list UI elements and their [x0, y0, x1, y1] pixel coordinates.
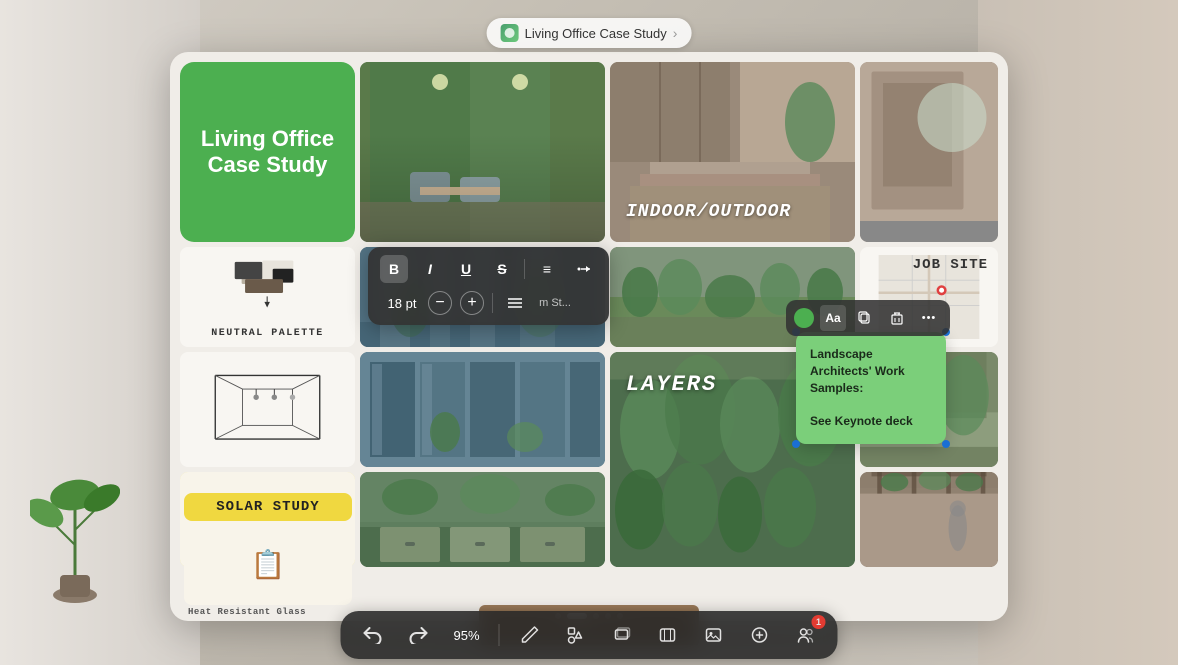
bottom-toolbar[interactable]: 95% [341, 611, 838, 659]
yellow-sticky-icon: 📋 [184, 523, 352, 605]
copy-btn[interactable] [852, 305, 878, 331]
strikethrough-btn[interactable]: S [488, 255, 516, 283]
indoor-outdoor-image: INDOOR/OUTDOOR [610, 62, 855, 242]
outdoor-arch-image [860, 472, 998, 567]
materials-card: NEUTRAL PALETTE [180, 247, 355, 347]
title-card-text: Living Office Case Study [201, 126, 334, 179]
collaborator-badge: 1 [812, 615, 826, 629]
title-card: Living Office Case Study [180, 62, 355, 242]
breadcrumb-chevron: › [673, 25, 678, 41]
media-btn[interactable] [698, 619, 730, 651]
list-btn[interactable] [501, 289, 529, 317]
layers-label: LAYERS [626, 372, 717, 397]
annotation-text: Landscape Architects' Work Samples:See K… [810, 346, 932, 430]
zoom-level: 95% [449, 628, 485, 643]
annotation-card: Landscape Architects' Work Samples:See K… [796, 332, 946, 444]
neutral-palette-label: NEUTRAL PALETTE [211, 328, 324, 339]
lobby-image [360, 352, 605, 467]
toolbar-divider-2 [492, 293, 493, 313]
sketch-card [180, 352, 355, 467]
room-plant [30, 465, 120, 605]
more-btn[interactable] [569, 255, 597, 283]
text-style-btn[interactable]: Aa [820, 305, 846, 331]
annotation-toolbar[interactable]: Aa ••• [786, 300, 950, 336]
breadcrumb-bar[interactable]: Living Office Case Study › [487, 18, 692, 48]
italic-btn[interactable]: I [416, 255, 444, 283]
underline-btn[interactable]: U [452, 255, 480, 283]
green-arch-image [360, 472, 605, 567]
redo-btn[interactable] [403, 619, 435, 651]
layers-btn[interactable] [606, 619, 638, 651]
app-icon [501, 24, 519, 42]
solar-study-text: SOLAR STUDY [216, 499, 319, 515]
corner-handle-bl[interactable] [792, 440, 800, 448]
font-size-display: 18 pt [384, 296, 420, 311]
delete-btn[interactable] [884, 305, 910, 331]
main-board: Living Office Case Study [170, 52, 1008, 621]
job-site-label: JOB SITE [913, 257, 988, 273]
shapes-btn[interactable] [560, 619, 592, 651]
sticky-note-icon: 📋 [251, 548, 286, 581]
text-format-toolbar[interactable]: B I U S ≡ 18 pt − + [368, 247, 609, 325]
corner-handle-br[interactable] [942, 440, 950, 448]
pencil-btn[interactable] [514, 619, 546, 651]
toolbar-sep-1 [499, 624, 500, 646]
toolbar-divider-1 [524, 259, 525, 279]
interior-image [360, 62, 605, 242]
circle-btn[interactable] [744, 619, 776, 651]
collaborators-btn[interactable]: 1 [790, 619, 822, 651]
undo-btn[interactable] [357, 619, 389, 651]
more-options-btn[interactable]: ••• [916, 305, 942, 331]
heat-resistant-label: Heat Resistant Glass [184, 607, 352, 617]
right-wall [978, 0, 1178, 665]
solar-study-overlay: SOLAR STUDY [184, 493, 352, 521]
color-dot-green[interactable] [794, 308, 814, 328]
preview-label: m St... [537, 297, 573, 309]
size-increase-btn[interactable]: + [460, 291, 484, 315]
frame-btn[interactable] [652, 619, 684, 651]
bold-btn[interactable]: B [380, 255, 408, 283]
size-decrease-btn[interactable]: − [428, 291, 452, 315]
breadcrumb-title: Living Office Case Study [525, 26, 667, 41]
right-col-image [860, 62, 998, 242]
align-btn[interactable]: ≡ [533, 255, 561, 283]
indoor-outdoor-label: INDOOR/OUTDOOR [626, 202, 839, 222]
